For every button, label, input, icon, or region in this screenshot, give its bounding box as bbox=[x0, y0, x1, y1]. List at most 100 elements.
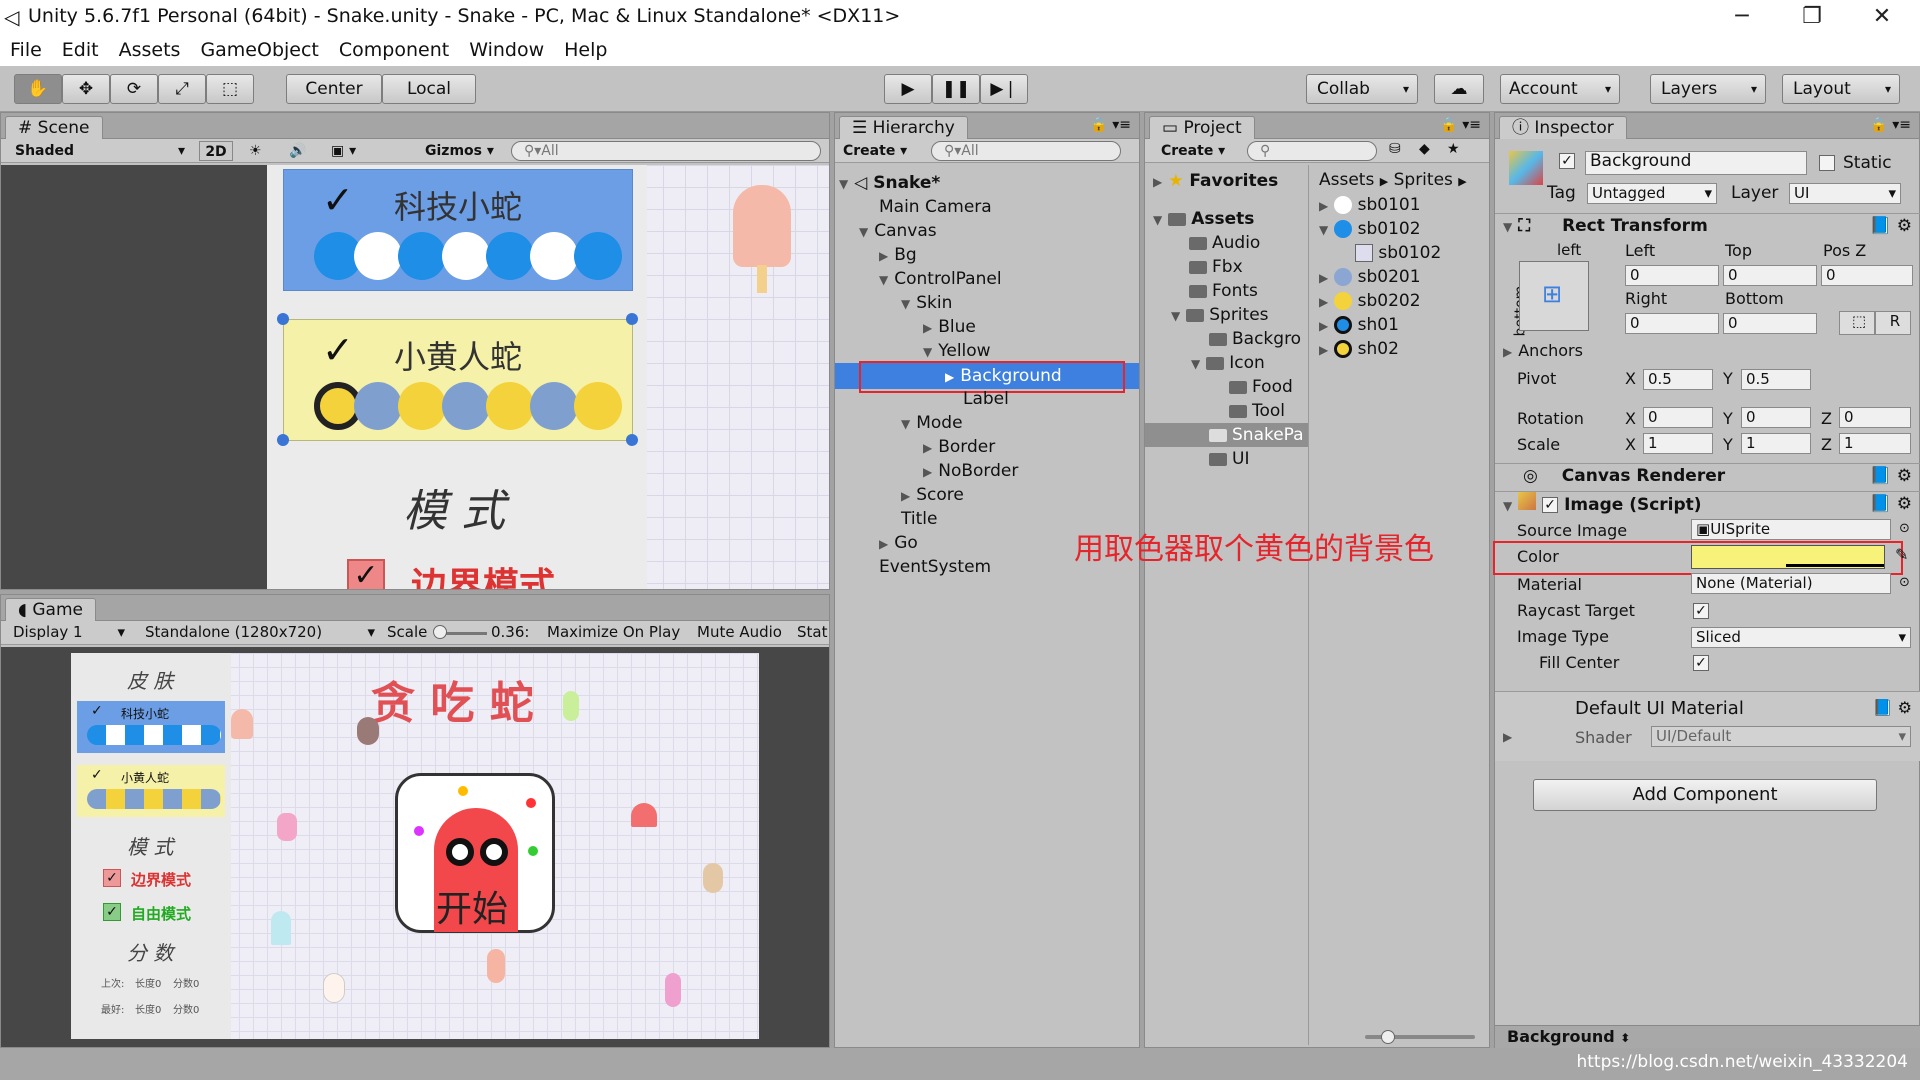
menu-help[interactable]: Help bbox=[564, 34, 607, 66]
lighting-toggle-icon[interactable]: ☀ bbox=[249, 141, 262, 161]
tab-inspector[interactable]: ⓘ Inspector bbox=[1499, 116, 1627, 139]
rect-handle[interactable] bbox=[277, 434, 289, 446]
hierarchy-item[interactable]: Main Camera bbox=[879, 197, 992, 217]
menu-gameobject[interactable]: GameObject bbox=[200, 34, 318, 66]
rotation-x-field[interactable]: 0 bbox=[1643, 407, 1713, 428]
minimize-button[interactable]: ─ bbox=[1712, 2, 1772, 32]
pivot-local-button[interactable]: Local bbox=[382, 74, 476, 104]
maximize-button[interactable]: ❐ bbox=[1782, 2, 1842, 32]
start-button[interactable]: 开始 bbox=[395, 773, 555, 933]
pivot-y-field[interactable]: 0.5 bbox=[1741, 369, 1811, 390]
object-name-field[interactable]: Background bbox=[1585, 151, 1807, 175]
skin-blue-card[interactable]: ✓ 科技小蛇 bbox=[283, 169, 633, 291]
menu-edit[interactable]: Edit bbox=[62, 34, 99, 66]
sprite-file-item[interactable]: ▼ sb0102 bbox=[1319, 219, 1421, 239]
skin-yellow-card[interactable]: ✓ 小黄人蛇 bbox=[277, 313, 638, 446]
border-mode-checkbox[interactable]: ✓ bbox=[347, 559, 385, 589]
hierarchy-item[interactable]: ▶ Border bbox=[923, 437, 995, 457]
hierarchy-search-input[interactable]: ⚲▾All bbox=[931, 141, 1121, 161]
sprite-file-item[interactable]: ▶ sb0202 bbox=[1319, 291, 1421, 311]
raycast-target-checkbox[interactable]: ✓ bbox=[1693, 603, 1709, 619]
rect-tool-button[interactable]: ⬚ bbox=[206, 74, 254, 104]
rect-transform-header[interactable]: ▼ ⛶ Rect Transform 📘 ⚙ bbox=[1495, 213, 1920, 239]
sprite-file-item[interactable]: ▶ sh02 bbox=[1319, 339, 1399, 359]
assets-folder[interactable]: ▼ Assets bbox=[1153, 209, 1254, 229]
stats-toggle[interactable]: Stat bbox=[797, 623, 827, 641]
sprite-file-item[interactable]: ▶ sb0201 bbox=[1319, 267, 1421, 287]
folder-item-selected[interactable]: SnakePa bbox=[1145, 423, 1308, 447]
hierarchy-create-dropdown[interactable]: Create ▾ bbox=[843, 141, 907, 161]
game-skin-blue[interactable]: ✓ 科技小蛇 bbox=[77, 701, 225, 753]
folder-item[interactable]: UI bbox=[1209, 449, 1249, 469]
game-viewport[interactable]: 皮 肤 ✓ 科技小蛇 ✓ 小黄人蛇 模 式 ✓ 边界模式 ✓ 自由模式 分 数 … bbox=[1, 647, 829, 1047]
folder-item[interactable]: Fbx bbox=[1189, 257, 1243, 277]
tag-dropdown[interactable]: Untagged ▾ bbox=[1587, 183, 1717, 204]
rect-handle[interactable] bbox=[277, 313, 289, 325]
hand-tool-button[interactable]: ✋ bbox=[14, 74, 62, 104]
panel-menu-icon[interactable]: 🔒 ▾≡ bbox=[1440, 117, 1481, 133]
anchors-foldout[interactable]: ▶ Anchors bbox=[1503, 341, 1583, 360]
anchor-presets-button[interactable]: ⊞ bbox=[1519, 261, 1589, 331]
move-tool-button[interactable]: ✥ bbox=[62, 74, 110, 104]
folder-item[interactable]: Fonts bbox=[1189, 281, 1258, 301]
favorites-item[interactable]: ▶ ★ Favorites bbox=[1153, 171, 1278, 191]
close-button[interactable]: ✕ bbox=[1852, 2, 1912, 32]
hierarchy-item[interactable]: EventSystem bbox=[879, 557, 991, 577]
object-picker-icon[interactable]: ⊙ bbox=[1899, 575, 1910, 590]
canvas-renderer-header[interactable]: ◎ Canvas Renderer 📘 ⚙ bbox=[1495, 463, 1920, 489]
panel-menu-icon[interactable]: 🔒 ▾≡ bbox=[1090, 117, 1131, 133]
component-settings-icon[interactable]: 📘 ⚙ bbox=[1870, 492, 1912, 516]
raw-edit-button[interactable]: R bbox=[1875, 311, 1911, 335]
hierarchy-item[interactable]: ▼ ControlPanel bbox=[879, 269, 1002, 289]
tab-game[interactable]: ◖ Game bbox=[5, 598, 96, 621]
component-settings-icon[interactable]: 📘 ⚙ bbox=[1873, 698, 1912, 717]
display-dropdown[interactable]: Display 1 ▾ bbox=[13, 623, 125, 641]
hierarchy-item[interactable]: ▼ Mode bbox=[901, 413, 963, 433]
folder-item[interactable]: Food bbox=[1229, 377, 1293, 397]
pause-button[interactable]: ❚❚ bbox=[932, 74, 980, 104]
scale-y-field[interactable]: 1 bbox=[1741, 433, 1811, 454]
hierarchy-item[interactable]: ▶ Score bbox=[901, 485, 964, 505]
hierarchy-item[interactable]: ▶ Bg bbox=[879, 245, 917, 265]
hierarchy-item[interactable]: Label bbox=[963, 389, 1009, 409]
favorite-star-icon[interactable]: ★ bbox=[1447, 141, 1460, 157]
chevron-right-icon[interactable]: ▶ bbox=[1503, 730, 1512, 744]
hierarchy-item[interactable]: ▶ NoBorder bbox=[923, 461, 1018, 481]
preview-bar[interactable]: Background ⬍ bbox=[1495, 1025, 1920, 1049]
top-field[interactable]: 0 bbox=[1723, 265, 1817, 286]
scene-root-item[interactable]: ▼ ◁ Snake* bbox=[839, 173, 940, 193]
scene-viewport[interactable]: ✓ 科技小蛇 ✓ 小黄人蛇 模 式 ✓ 边界模式 bbox=[1, 165, 829, 589]
tab-hierarchy[interactable]: ☰ Hierarchy bbox=[839, 116, 968, 139]
menu-component[interactable]: Component bbox=[339, 34, 449, 66]
panel-menu-icon[interactable]: 🔒 ▾≡ bbox=[1870, 117, 1911, 133]
tab-scene[interactable]: # Scene bbox=[5, 116, 103, 139]
rotate-tool-button[interactable]: ⟳ bbox=[110, 74, 158, 104]
scale-slider-thumb[interactable] bbox=[433, 625, 447, 639]
menu-window[interactable]: Window bbox=[469, 34, 544, 66]
object-picker-icon[interactable]: ⊙ bbox=[1899, 521, 1910, 536]
add-component-button[interactable]: Add Component bbox=[1533, 779, 1877, 811]
rotation-y-field[interactable]: 0 bbox=[1741, 407, 1811, 428]
folder-item[interactable]: ▼ Sprites bbox=[1171, 305, 1269, 325]
sprite-file-item[interactable]: ▶ sh01 bbox=[1319, 315, 1399, 335]
image-enabled-checkbox[interactable]: ✓ bbox=[1542, 497, 1559, 513]
component-settings-icon[interactable]: 📘 ⚙ bbox=[1870, 214, 1912, 238]
border-mode-checkbox[interactable]: ✓ bbox=[103, 869, 121, 887]
color-swatch[interactable] bbox=[1691, 545, 1885, 569]
hierarchy-item[interactable]: ▶ Blue bbox=[923, 317, 976, 337]
project-search-input[interactable]: ⚲ bbox=[1247, 141, 1377, 161]
audio-toggle-icon[interactable]: 🔊 bbox=[289, 141, 306, 161]
menu-assets[interactable]: Assets bbox=[119, 34, 181, 66]
filter-label-icon[interactable]: ◆ bbox=[1419, 141, 1430, 157]
effects-toggle-icon[interactable]: ▣ ▾ bbox=[331, 141, 356, 161]
active-checkbox[interactable]: ✓ bbox=[1559, 153, 1575, 169]
free-mode-checkbox[interactable]: ✓ bbox=[103, 903, 121, 921]
sprite-file-item[interactable]: ▶ sb0101 bbox=[1319, 195, 1421, 215]
pivot-x-field[interactable]: 0.5 bbox=[1643, 369, 1713, 390]
image-type-dropdown[interactable]: Sliced ▾ bbox=[1691, 627, 1911, 648]
hierarchy-item[interactable]: ▼ Canvas bbox=[859, 221, 937, 241]
2d-toggle[interactable]: 2D bbox=[199, 141, 233, 161]
filter-type-icon[interactable]: ⛁ bbox=[1389, 141, 1401, 157]
layer-dropdown[interactable]: UI ▾ bbox=[1789, 183, 1901, 204]
scale-z-field[interactable]: 1 bbox=[1839, 433, 1911, 454]
